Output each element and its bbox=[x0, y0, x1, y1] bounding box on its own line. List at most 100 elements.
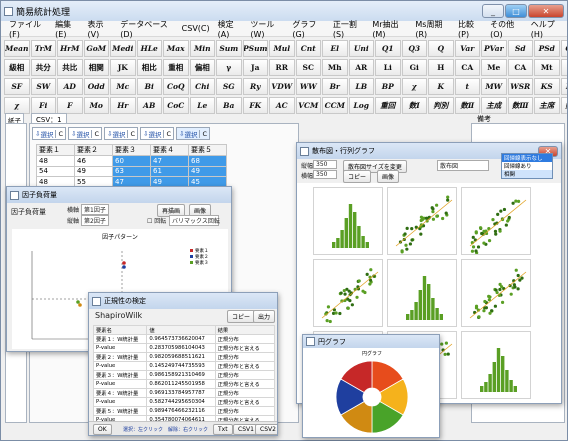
toolbar-button[interactable]: Mc bbox=[110, 78, 136, 95]
toolbar-button[interactable]: Li bbox=[375, 59, 401, 76]
column-select-5[interactable]: ⇩ 選択 C bbox=[176, 127, 210, 140]
toolbar-button[interactable]: Odd bbox=[83, 78, 109, 95]
toolbar-button[interactable]: Ord bbox=[560, 40, 567, 57]
toolbar-button[interactable]: Br bbox=[322, 78, 348, 95]
toolbar-button[interactable]: Sd bbox=[507, 40, 533, 57]
menu-test[interactable]: 検定(A) bbox=[214, 19, 247, 39]
toolbar-button[interactable]: 相比 bbox=[136, 59, 162, 76]
toolbar-button[interactable]: BP bbox=[375, 78, 401, 95]
minimize-button[interactable]: _ bbox=[482, 4, 504, 18]
toolbar-button[interactable]: Hr bbox=[110, 97, 136, 114]
toolbar-button[interactable]: Max bbox=[163, 40, 189, 57]
toolbar-button[interactable]: SC bbox=[295, 59, 321, 76]
toolbar-button[interactable]: MW bbox=[481, 78, 507, 95]
toolbar-button[interactable]: 主成 bbox=[481, 97, 507, 114]
toolbar-button[interactable]: WSR bbox=[507, 78, 533, 95]
toolbar-button[interactable]: CA bbox=[454, 59, 480, 76]
toolbar-button[interactable]: PSum bbox=[242, 40, 268, 57]
toolbar-button[interactable]: 数Ⅲ bbox=[507, 97, 533, 114]
toolbar-button[interactable]: Fi bbox=[30, 97, 56, 114]
toolbar-button[interactable]: Sum bbox=[216, 40, 242, 57]
toolbar-button[interactable]: F bbox=[57, 97, 83, 114]
factor-point-1[interactable] bbox=[122, 261, 126, 265]
scatter-cell[interactable] bbox=[387, 187, 457, 255]
toolbar-button[interactable]: Mt bbox=[534, 59, 560, 76]
grid-cell[interactable]: 63 bbox=[112, 165, 151, 177]
grid-cell[interactable]: 49 bbox=[188, 165, 227, 177]
toolbar-button[interactable]: H bbox=[428, 59, 454, 76]
toolbar-button[interactable]: AR bbox=[348, 59, 374, 76]
toolbar-button[interactable]: 数Ⅱ bbox=[454, 97, 480, 114]
close-button[interactable]: ✕ bbox=[528, 4, 564, 18]
menu-ms[interactable]: Ms周期(R) bbox=[411, 19, 454, 39]
toolbar-button[interactable]: VDW bbox=[269, 78, 295, 95]
column-select-2[interactable]: ⇩ 選択 C bbox=[68, 127, 102, 140]
menu-edit[interactable]: 編集(E) bbox=[51, 19, 83, 39]
grid-header-cell[interactable]: 要素２ bbox=[74, 144, 113, 156]
dropdown-item-3[interactable]: 相関 bbox=[502, 170, 552, 178]
toolbar-button[interactable]: Gi bbox=[401, 59, 427, 76]
factor-point-4[interactable] bbox=[78, 303, 82, 307]
menu-sei[interactable]: 正一割(S) bbox=[329, 19, 368, 39]
rotate-checkbox[interactable]: ☐ 回転 bbox=[147, 216, 166, 225]
toolbar-button[interactable]: Mean bbox=[4, 40, 30, 57]
table-row[interactable]: P-value 0.862011245501958 正規分布と言える bbox=[92, 379, 276, 389]
dropdown-item-2[interactable]: 回帰線あり bbox=[502, 162, 552, 170]
toolbar-button[interactable]: CoQ bbox=[163, 78, 189, 95]
toolbar-button[interactable]: AD bbox=[57, 78, 83, 95]
scatter-cell[interactable] bbox=[461, 187, 531, 255]
menu-tools[interactable]: ツール(W) bbox=[246, 19, 288, 39]
grid-cell[interactable]: 47 bbox=[150, 155, 189, 167]
txt-button[interactable]: Txt bbox=[213, 424, 233, 435]
toolbar-button[interactable]: Q1 bbox=[375, 40, 401, 57]
menu-compare[interactable]: 比較(P) bbox=[454, 19, 486, 39]
toolbar-button[interactable]: Chi bbox=[189, 78, 215, 95]
table-row[interactable]: P-value 0.145249744735593 正規分布と言える bbox=[92, 361, 276, 371]
menu-view[interactable]: 表示(V) bbox=[84, 19, 117, 39]
grid-header-cell[interactable]: 要素４ bbox=[150, 144, 189, 156]
table-row[interactable]: 要素３：W統計量 0.986158921310469 正規分布 bbox=[92, 370, 276, 380]
menu-graph[interactable]: グラフ(G) bbox=[288, 19, 328, 39]
csv2-button[interactable]: CSV2 bbox=[255, 424, 277, 435]
toolbar-button[interactable]: K bbox=[428, 78, 454, 95]
shapiro-copy-button[interactable]: コピー bbox=[227, 310, 256, 323]
grid-header-cell[interactable]: 要素１ bbox=[36, 144, 75, 156]
toolbar-button[interactable]: RR bbox=[269, 59, 295, 76]
toolbar-button[interactable]: HrM bbox=[57, 40, 83, 57]
height-field[interactable]: 350 bbox=[313, 160, 337, 169]
axis2-select[interactable]: 第2因子 bbox=[81, 215, 109, 226]
menu-help[interactable]: ヘルプ(H) bbox=[527, 19, 567, 39]
toolbar-button[interactable]: Min bbox=[189, 40, 215, 57]
toolbar-button[interactable]: CA bbox=[507, 59, 533, 76]
table-row[interactable]: 要素５：W統計量 0.989476466232116 正規分布 bbox=[92, 406, 276, 416]
toolbar-button[interactable]: χ bbox=[4, 97, 30, 114]
table-row[interactable]: P-value 0.582744295650304 正規分布と言える bbox=[92, 397, 276, 407]
shapiro-table[interactable]: 要素名値結果 要素１：W統計量 0.964573736620047 正規分布 P-val… bbox=[92, 325, 276, 435]
toolbar-button[interactable]: 数Ⅳ bbox=[560, 97, 567, 114]
toolbar-button[interactable]: LB bbox=[348, 78, 374, 95]
toolbar-button[interactable]: 主席 bbox=[534, 97, 560, 114]
toolbar-button[interactable]: CoC bbox=[163, 97, 189, 114]
toolbar-button[interactable]: Me bbox=[481, 59, 507, 76]
grid-cell[interactable]: 46 bbox=[74, 155, 113, 167]
toolbar-button[interactable]: JK bbox=[110, 59, 136, 76]
toolbar-button[interactable]: CCM bbox=[322, 97, 348, 114]
toolbar-button[interactable]: Var bbox=[454, 40, 480, 57]
menu-csv[interactable]: CSV(C) bbox=[178, 24, 214, 33]
grid-cell[interactable]: 48 bbox=[36, 155, 75, 167]
dropdown-selected[interactable]: 回帰線表示なし bbox=[502, 154, 552, 162]
toolbar-button[interactable]: 共比 bbox=[57, 59, 83, 76]
ok-button[interactable]: OK bbox=[93, 424, 112, 435]
toolbar-button[interactable]: Q bbox=[428, 40, 454, 57]
toolbar-button[interactable]: Jo bbox=[560, 59, 567, 76]
toolbar-button[interactable]: PVar bbox=[481, 40, 507, 57]
histogram-cell[interactable] bbox=[313, 187, 383, 255]
axis1-select[interactable]: 第1因子 bbox=[81, 204, 109, 215]
toolbar-button[interactable]: 数Ⅰ bbox=[401, 97, 427, 114]
mode-select[interactable]: 散布図 bbox=[437, 160, 489, 171]
toolbar-button[interactable]: 偏相 bbox=[189, 59, 215, 76]
toolbar-button[interactable]: SG bbox=[216, 78, 242, 95]
histogram-cell[interactable] bbox=[387, 259, 457, 327]
scatter-save-button[interactable]: 画像 bbox=[377, 170, 400, 183]
column-select-3[interactable]: ⇩ 選択 C bbox=[104, 127, 138, 140]
